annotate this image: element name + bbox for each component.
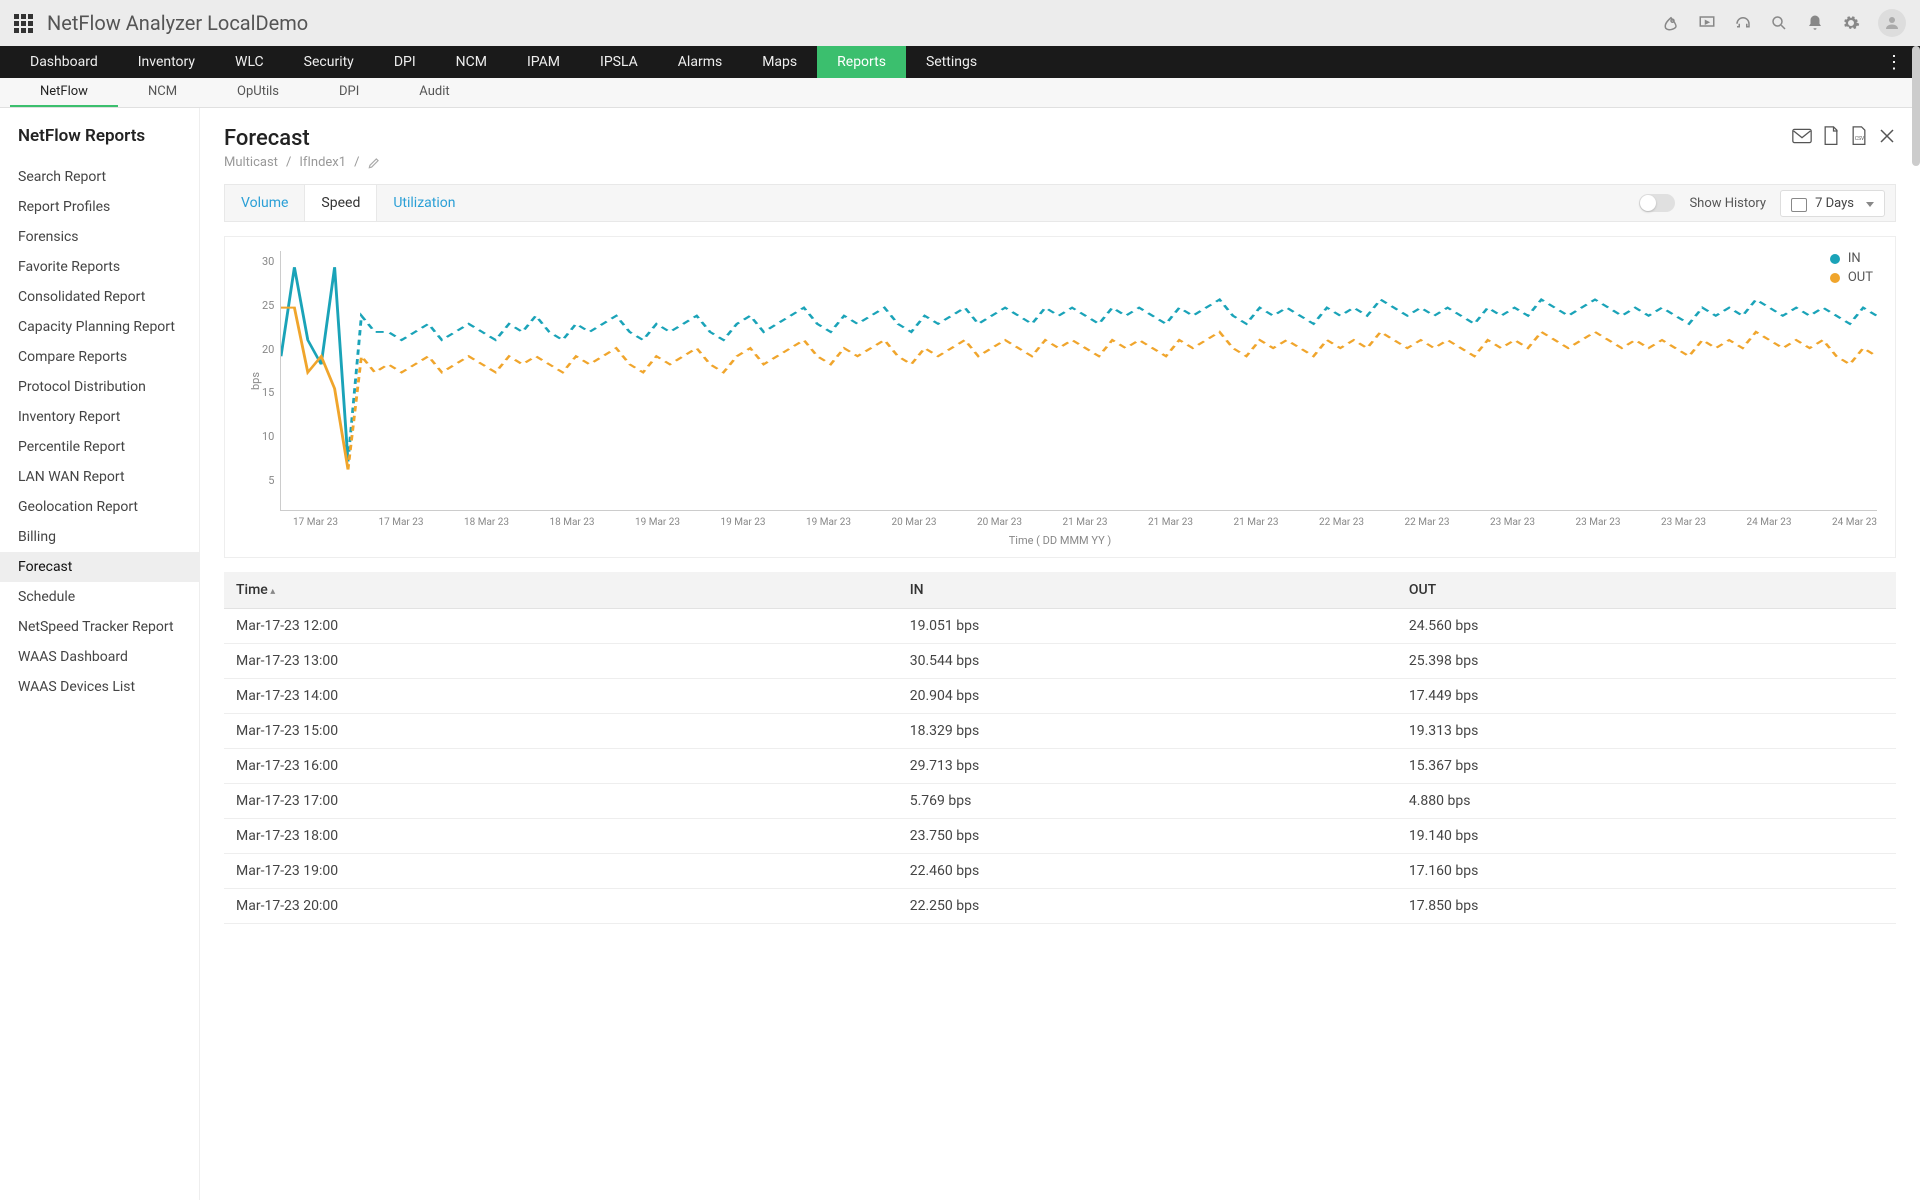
tab-volume[interactable]: Volume bbox=[225, 185, 304, 221]
sidebar-item[interactable]: Geolocation Report bbox=[0, 492, 199, 522]
pdf-export-icon[interactable] bbox=[1822, 126, 1840, 150]
nav-ncm[interactable]: NCM bbox=[436, 46, 507, 78]
show-history-label: Show History bbox=[1689, 196, 1766, 211]
nav-settings[interactable]: Settings bbox=[906, 46, 997, 78]
nav-dashboard[interactable]: Dashboard bbox=[10, 46, 118, 78]
subnav-oputils[interactable]: OpUtils bbox=[207, 78, 309, 107]
data-table: TimeINOUT Mar-17-23 12:0019.051 bps24.56… bbox=[224, 572, 1896, 924]
subnav-ncm[interactable]: NCM bbox=[118, 78, 207, 107]
nav-security[interactable]: Security bbox=[284, 46, 374, 78]
tab-speed[interactable]: Speed bbox=[304, 185, 377, 221]
table-row: Mar-17-23 17:005.769 bps4.880 bps bbox=[224, 784, 1896, 819]
nav-wlc[interactable]: WLC bbox=[215, 46, 284, 78]
nav-alarms[interactable]: Alarms bbox=[658, 46, 742, 78]
nav-maps[interactable]: Maps bbox=[742, 46, 817, 78]
table-row: Mar-17-23 14:0020.904 bps17.449 bps bbox=[224, 679, 1896, 714]
apps-grid-icon[interactable] bbox=[14, 14, 33, 33]
sidebar-title: NetFlow Reports bbox=[0, 126, 199, 162]
csv-export-icon[interactable]: CSV bbox=[1850, 126, 1868, 150]
sidebar-item[interactable]: Schedule bbox=[0, 582, 199, 612]
sidebar-item[interactable]: WAAS Dashboard bbox=[0, 642, 199, 672]
tab-utilization[interactable]: Utilization bbox=[377, 185, 471, 221]
sidebar-item[interactable]: Percentile Report bbox=[0, 432, 199, 462]
table-row: Mar-17-23 20:0022.250 bps17.850 bps bbox=[224, 889, 1896, 924]
table-row: Mar-17-23 18:0023.750 bps19.140 bps bbox=[224, 819, 1896, 854]
sidebar-item[interactable]: Capacity Planning Report bbox=[0, 312, 199, 342]
subnav-netflow[interactable]: NetFlow bbox=[10, 78, 118, 107]
rocket-icon[interactable] bbox=[1662, 14, 1680, 32]
chart-plot[interactable] bbox=[280, 251, 1877, 511]
crumb-multicast[interactable]: Multicast bbox=[224, 155, 278, 170]
svg-text:CSV: CSV bbox=[1855, 136, 1865, 142]
sidebar-item[interactable]: LAN WAN Report bbox=[0, 462, 199, 492]
email-icon[interactable] bbox=[1792, 128, 1812, 148]
sidebar-item[interactable]: Inventory Report bbox=[0, 402, 199, 432]
sidebar-item[interactable]: WAAS Devices List bbox=[0, 672, 199, 702]
x-axis-label: Time ( DD MMM YY ) bbox=[243, 534, 1877, 547]
scrollbar[interactable] bbox=[1912, 46, 1920, 166]
topbar: NetFlow Analyzer LocalDemo bbox=[0, 0, 1920, 46]
bell-icon[interactable] bbox=[1806, 14, 1824, 32]
main-nav: DashboardInventoryWLCSecurityDPINCMIPAMI… bbox=[0, 46, 1920, 78]
subnav-audit[interactable]: Audit bbox=[389, 78, 479, 107]
nav-ipam[interactable]: IPAM bbox=[507, 46, 580, 78]
close-icon[interactable] bbox=[1878, 127, 1896, 149]
page-title: Forecast bbox=[224, 126, 381, 151]
sidebar-item[interactable]: Favorite Reports bbox=[0, 252, 199, 282]
sidebar-item[interactable]: Compare Reports bbox=[0, 342, 199, 372]
table-row: Mar-17-23 13:0030.544 bps25.398 bps bbox=[224, 644, 1896, 679]
breadcrumb: Multicast/ IfIndex1/ bbox=[224, 155, 381, 170]
sidebar-item[interactable]: Forensics bbox=[0, 222, 199, 252]
table-row: Mar-17-23 16:0029.713 bps15.367 bps bbox=[224, 749, 1896, 784]
y-axis-label: bps bbox=[243, 251, 262, 511]
table-row: Mar-17-23 12:0019.051 bps24.560 bps bbox=[224, 609, 1896, 644]
sub-nav: NetFlowNCMOpUtilsDPIAudit bbox=[0, 78, 1920, 108]
nav-dpi[interactable]: DPI bbox=[374, 46, 436, 78]
x-axis-ticks: 17 Mar 2317 Mar 2318 Mar 2318 Mar 2319 M… bbox=[243, 511, 1877, 528]
sidebar-item[interactable]: Report Profiles bbox=[0, 192, 199, 222]
sidebar-item[interactable]: Search Report bbox=[0, 162, 199, 192]
table-row: Mar-17-23 19:0022.460 bps17.160 bps bbox=[224, 854, 1896, 889]
filter-bar: VolumeSpeedUtilization Show History 7 Da… bbox=[224, 184, 1896, 222]
chart-container: IN OUT bps 30252015105 17 Mar 2317 Mar 2… bbox=[224, 236, 1896, 558]
sidebar-item[interactable]: Protocol Distribution bbox=[0, 372, 199, 402]
nav-ipsla[interactable]: IPSLA bbox=[580, 46, 658, 78]
edit-icon[interactable] bbox=[367, 156, 381, 170]
col-time[interactable]: Time bbox=[224, 572, 898, 609]
sidebar-item[interactable]: Forecast bbox=[0, 552, 199, 582]
y-axis-ticks: 30252015105 bbox=[262, 251, 280, 511]
crumb-ifindex[interactable]: IfIndex1 bbox=[299, 155, 346, 170]
subnav-dpi[interactable]: DPI bbox=[309, 78, 389, 107]
date-range-select[interactable]: 7 Days bbox=[1780, 190, 1885, 217]
col-out[interactable]: OUT bbox=[1397, 572, 1896, 609]
presentation-icon[interactable] bbox=[1698, 14, 1716, 32]
show-history-toggle[interactable] bbox=[1639, 194, 1675, 212]
sidebar: NetFlow Reports Search ReportReport Prof… bbox=[0, 108, 200, 1200]
nav-reports[interactable]: Reports bbox=[817, 46, 906, 78]
search-icon[interactable] bbox=[1770, 14, 1788, 32]
gear-icon[interactable] bbox=[1842, 14, 1860, 32]
nav-inventory[interactable]: Inventory bbox=[118, 46, 215, 78]
user-avatar-icon[interactable] bbox=[1878, 9, 1906, 37]
headset-icon[interactable] bbox=[1734, 14, 1752, 32]
sidebar-item[interactable]: NetSpeed Tracker Report bbox=[0, 612, 199, 642]
app-title: NetFlow Analyzer LocalDemo bbox=[47, 11, 308, 35]
table-row: Mar-17-23 15:0018.329 bps19.313 bps bbox=[224, 714, 1896, 749]
content: Forecast Multicast/ IfIndex1/ CSV Volume… bbox=[200, 108, 1920, 1200]
more-menu-icon[interactable]: ⋮ bbox=[1879, 52, 1910, 73]
sidebar-item[interactable]: Consolidated Report bbox=[0, 282, 199, 312]
col-in[interactable]: IN bbox=[898, 572, 1397, 609]
sidebar-item[interactable]: Billing bbox=[0, 522, 199, 552]
